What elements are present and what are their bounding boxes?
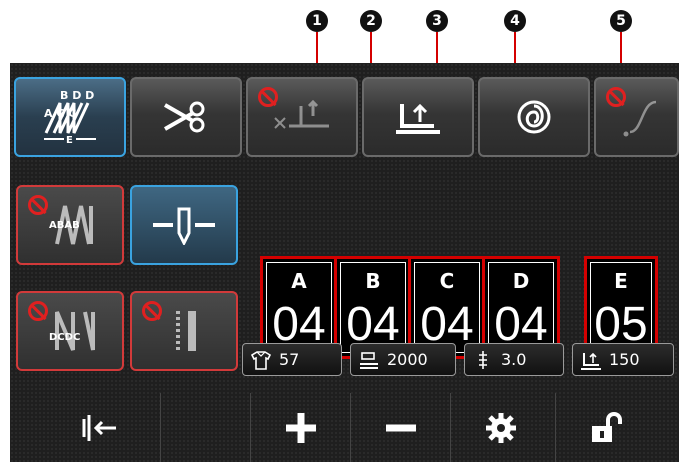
thread-trim-presser-lift-icon: [274, 99, 329, 129]
disabled-icon: [28, 195, 48, 215]
thread-trimmer-button[interactable]: [130, 77, 242, 157]
gear-icon: [485, 412, 516, 443]
tack-letter: D: [512, 269, 530, 293]
abab-label: ABAB: [49, 220, 80, 231]
speed-value: 2000: [387, 350, 428, 369]
presser-lift-height[interactable]: 150: [572, 343, 674, 376]
tack-letter: C: [439, 269, 455, 293]
settings-button[interactable]: [450, 393, 550, 462]
piece-count: 57: [279, 350, 300, 369]
lift-value: 150: [609, 350, 640, 369]
end-tack-button[interactable]: DCDC: [16, 291, 124, 371]
control-panel: B D D A C C E ABAB DCDC A 04 B 04 C 04 D…: [10, 63, 679, 462]
plus-icon: [285, 412, 316, 443]
pitch-value: 3.0: [501, 350, 527, 369]
soft-start-icon: [623, 100, 656, 137]
bartack-icon: [176, 311, 196, 351]
presser-foot-lift-button[interactable]: [362, 77, 474, 157]
callout-4: 4: [504, 10, 526, 32]
tack-pattern-icon: B D D A C C E: [44, 89, 96, 146]
needle-icon: [153, 207, 215, 245]
bartack-button[interactable]: [130, 291, 238, 371]
callout-1: 1: [306, 10, 328, 32]
needle-stop-button[interactable]: [130, 185, 238, 265]
tack-letter: A: [291, 269, 307, 293]
lift-icon: [579, 349, 603, 371]
tack-letter: B: [365, 269, 381, 293]
disabled-icon: [142, 301, 162, 321]
trim-lift-button[interactable]: [246, 77, 358, 157]
thread-wind-button[interactable]: [478, 77, 590, 157]
presser-foot-lift-icon: [396, 103, 440, 134]
needle-position-button[interactable]: [50, 393, 150, 462]
tack-letter: E: [614, 269, 628, 293]
plus-button[interactable]: [250, 393, 350, 462]
pitch-icon: [471, 349, 495, 371]
minus-button[interactable]: [350, 393, 450, 462]
tack-pattern-button[interactable]: B D D A C C E: [14, 77, 126, 157]
piece-counter[interactable]: 57: [242, 343, 342, 376]
minus-icon: [385, 424, 416, 431]
dcdc-label: DCDC: [49, 332, 80, 343]
screen: 1 2 3 4 5 B D D A C C E ABAB DCDC A 04 B…: [0, 0, 679, 462]
callout-5: 5: [610, 10, 632, 32]
sewing-speed[interactable]: 2000: [350, 343, 456, 376]
start-tack-button[interactable]: ABAB: [16, 185, 124, 265]
soft-start-button[interactable]: [594, 77, 679, 157]
needle-position-icon: [82, 414, 116, 441]
stitch-pitch[interactable]: 3.0: [464, 343, 564, 376]
callout-3: 3: [426, 10, 448, 32]
blank-button[interactable]: [160, 393, 230, 462]
tack-label-top: B D D: [60, 89, 94, 102]
disabled-icon: [28, 301, 48, 321]
speed-icon: [357, 349, 381, 371]
callout-2: 2: [360, 10, 382, 32]
shirt-icon: [249, 349, 273, 371]
unlock-button[interactable]: [555, 393, 655, 462]
scissors-icon: [164, 101, 205, 133]
thread-wind-icon: [517, 100, 551, 134]
unlock-icon: [591, 411, 622, 442]
tack-label-bottom: E: [66, 135, 73, 146]
